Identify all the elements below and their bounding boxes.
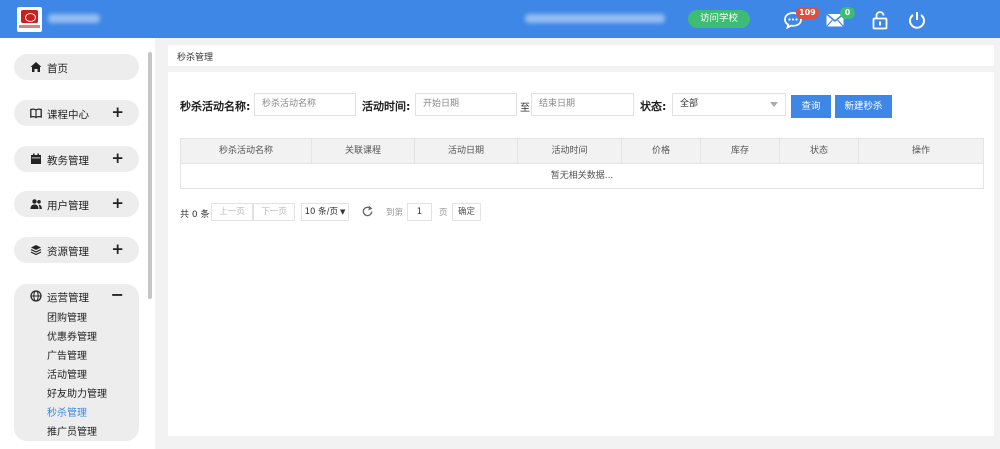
next-page-button[interactable]: 下一页 <box>253 203 295 221</box>
table-header: 秒杀活动名称 关联课程 活动日期 活动时间 价格 库存 状态 操作 <box>180 138 984 164</box>
top-header: 访问学校 109 0 <box>0 0 1000 38</box>
date-range-separator: 至 <box>520 103 530 114</box>
calendar-icon <box>31 153 41 164</box>
expand-icon[interactable]: + <box>111 194 124 212</box>
column-header: 秒杀活动名称 <box>181 139 312 163</box>
table-empty-row: 暂无相关数据... <box>180 164 984 189</box>
sidebar-group-operations: 运营管理 − 团购管理 优惠券管理 广告管理 活动管理 好友助力管理 秒杀管理 … <box>14 284 139 441</box>
sidebar-item-label: 教务管理 <box>47 155 89 167</box>
sidebar-item-resources[interactable]: 资源管理 + <box>14 237 139 263</box>
power-icon[interactable] <box>907 10 927 30</box>
new-flash-sale-button[interactable]: 新建秒杀 <box>835 95 892 118</box>
sidebar-item-academic[interactable]: 教务管理 + <box>14 146 139 172</box>
sidebar-subitem-activity[interactable]: 活动管理 <box>47 366 87 381</box>
sidebar-item-label: 首页 <box>47 63 68 75</box>
breadcrumb: 秒杀管理 <box>168 45 994 66</box>
sidebar-item-label: 用户管理 <box>47 200 89 212</box>
sidebar-item-label: 课程中心 <box>47 109 89 121</box>
column-header: 活动日期 <box>415 139 518 163</box>
home-icon <box>30 62 42 72</box>
goto-confirm-button[interactable]: 确定 <box>452 203 481 221</box>
expand-icon[interactable]: + <box>111 240 124 258</box>
goto-prefix: 到第 <box>386 208 404 218</box>
sidebar-subitem-coupon[interactable]: 优惠券管理 <box>47 328 97 343</box>
mail-count-badge: 0 <box>840 7 855 19</box>
activity-name-label: 秒杀活动名称: <box>180 100 251 113</box>
search-button[interactable]: 查询 <box>791 95 831 118</box>
sidebar: 首页 课程中心 + 教务管理 + 用户管理 + 资源管理 + 运营管理 − 团购… <box>0 38 155 449</box>
column-header: 操作 <box>911 146 930 156</box>
status-select-value: 全部 <box>680 99 699 109</box>
expand-icon[interactable]: + <box>111 103 124 121</box>
activity-name-input[interactable]: 秒杀活动名称 <box>254 93 356 116</box>
expand-icon[interactable]: + <box>111 149 124 167</box>
sidebar-item-label: 资源管理 <box>47 246 89 258</box>
school-logo[interactable] <box>17 7 42 32</box>
visit-school-button[interactable]: 访问学校 <box>688 10 750 28</box>
logo-mark <box>21 10 38 23</box>
sidebar-subitem-friend-assist[interactable]: 好友助力管理 <box>47 385 107 400</box>
main-panel <box>168 72 994 436</box>
breadcrumb-current: 秒杀管理 <box>177 53 214 63</box>
page-size-value: 10 条/页 <box>304 207 338 217</box>
status-label: 状态: <box>640 100 667 113</box>
column-header: 库存 <box>701 139 780 163</box>
chevron-down-icon <box>770 102 778 107</box>
goto-page-input[interactable]: 1 <box>407 203 432 221</box>
box-icon <box>30 245 42 256</box>
activity-time-label: 活动时间: <box>362 100 411 113</box>
sidebar-item-course-center[interactable]: 课程中心 + <box>14 100 139 126</box>
column-header: 状态 <box>780 139 859 163</box>
sidebar-subitem-flash-sale[interactable]: 秒杀管理 <box>47 404 87 419</box>
column-header: 活动时间 <box>518 139 622 163</box>
globe-icon <box>30 290 42 302</box>
sidebar-subitem-ads[interactable]: 广告管理 <box>47 347 87 362</box>
goto-suffix: 页 <box>439 208 448 218</box>
caret-down-icon: ▼ <box>340 208 346 216</box>
page-size-select[interactable]: 10 条/页 ▼ <box>301 203 349 221</box>
school-name-blurred <box>48 14 100 23</box>
sidebar-scrollbar[interactable] <box>148 52 152 299</box>
empty-state-text: 暂无相关数据... <box>550 171 614 181</box>
total-count: 共 0 条 <box>180 210 210 220</box>
lock-icon[interactable] <box>870 10 890 30</box>
end-date-input[interactable]: 结束日期 <box>531 93 634 116</box>
column-header: 关联课程 <box>312 139 415 163</box>
status-select[interactable]: 全部 <box>672 93 786 116</box>
sidebar-subitem-promoter[interactable]: 推广员管理 <box>47 423 97 438</box>
sidebar-item-home[interactable]: 首页 <box>14 54 139 80</box>
column-header: 价格 <box>622 139 701 163</box>
message-count-badge: 109 <box>796 7 819 19</box>
refresh-icon[interactable] <box>361 205 374 218</box>
collapse-icon[interactable]: − <box>111 285 124 304</box>
user-info-blurred <box>525 14 665 23</box>
start-date-input[interactable]: 开始日期 <box>415 93 517 116</box>
logo-caption <box>19 25 40 28</box>
sidebar-subitem-groupbuy[interactable]: 团购管理 <box>47 309 87 324</box>
sidebar-group-label[interactable]: 运营管理 <box>47 290 89 305</box>
users-icon <box>30 199 42 209</box>
book-icon <box>30 108 42 119</box>
prev-page-button[interactable]: 上一页 <box>211 203 253 221</box>
sidebar-item-users[interactable]: 用户管理 + <box>14 191 139 217</box>
